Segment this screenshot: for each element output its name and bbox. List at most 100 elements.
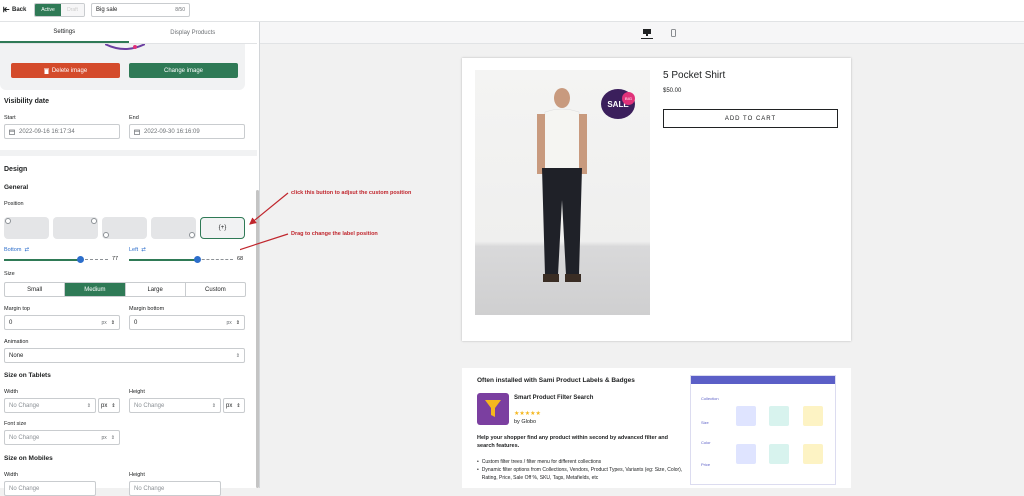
stepper-icon[interactable]: ⇕ [212, 403, 216, 409]
desktop-view-button[interactable] [641, 27, 653, 39]
position-dot [103, 232, 109, 238]
start-date-value: 2022-09-16 16:17:34 [19, 128, 75, 135]
app-description: Help your shopper find any product withi… [477, 435, 668, 449]
mobile-width-placeholder: No Change [9, 485, 40, 492]
app-name[interactable]: Smart Product Filter Search [514, 394, 594, 402]
calendar-icon [134, 129, 140, 135]
tablet-width-placeholder: No Change [9, 402, 40, 409]
mock-filter-label: Color [701, 440, 711, 445]
mobiles-heading: Size on Mobiles [4, 455, 53, 462]
px-suffix: px [101, 319, 107, 326]
mobile-view-button[interactable] [667, 27, 679, 39]
mock-product-tile [736, 406, 756, 426]
promo-heading: Often installed with Sami Product Labels… [477, 377, 635, 384]
select-arrows-icon: ⇕ [235, 352, 240, 359]
app-icon[interactable] [477, 393, 509, 425]
tablet-width-label: Width [4, 389, 19, 395]
tab-display-products[interactable]: Display Products [129, 22, 258, 43]
animation-select[interactable]: None ⇕ [4, 348, 245, 363]
feature-item: • Dynamic filter options from Collections… [477, 466, 687, 482]
sale-badge-accent: BIG [622, 92, 635, 105]
tablet-font-size-label: Font size [4, 421, 27, 427]
funnel-icon [485, 400, 501, 417]
back-label: Back [12, 6, 27, 13]
margin-bottom-label: Margin bottom [129, 306, 165, 312]
tablet-font-size-placeholder: No Change [9, 434, 40, 441]
arrow-to-custom-button [249, 192, 289, 225]
margin-top-input[interactable]: 0 px ⇕ [4, 315, 120, 330]
feature-text: Custom filter trees / filter menu for di… [481, 459, 602, 465]
back-button[interactable]: Back [3, 6, 26, 13]
app-rating-stars: ★★★★★ [514, 411, 541, 417]
mobile-height-input[interactable]: No Change [129, 481, 221, 496]
delete-image-label: Delete image [51, 67, 88, 74]
app-screenshot-mock: Collection Size Color Price [690, 375, 836, 485]
px-suffix: px [101, 434, 107, 441]
stepper-icon[interactable]: ⇕ [87, 403, 91, 409]
margin-bottom-input[interactable]: 0 px ⇕ [129, 315, 245, 330]
size-option-large[interactable]: Large [126, 283, 186, 296]
px-suffix: px [226, 319, 232, 326]
tablet-height-unit-select[interactable]: px ⇕ [223, 398, 245, 413]
mock-product-tile [803, 406, 823, 426]
add-to-cart-button[interactable]: ADD TO CART [663, 109, 838, 128]
product-price: $50.00 [663, 88, 682, 94]
bottom-slider-handle[interactable] [77, 256, 84, 263]
drag-label-annotation: Drag to change the label position [291, 231, 378, 237]
size-label: Size [4, 271, 15, 277]
animation-label: Animation [4, 339, 29, 345]
custom-position-button[interactable]: {+} [200, 217, 245, 239]
status-toggle[interactable]: Active Draft [34, 3, 85, 17]
delete-image-button[interactable]: Delete image [11, 63, 120, 78]
position-bottom-left[interactable] [102, 217, 147, 239]
mobile-icon [670, 29, 676, 37]
left-label-text: Left [129, 247, 139, 253]
mobile-width-input[interactable]: No Change [4, 481, 96, 496]
position-top-left[interactable] [4, 217, 49, 239]
size-option-small[interactable]: Small [5, 283, 66, 296]
tablet-font-size-input[interactable]: No Change px ⇕ [4, 430, 120, 445]
mobile-width-label: Width [4, 472, 19, 478]
margin-top-label: Margin top [4, 306, 30, 312]
visibility-heading: Visibility date [4, 98, 49, 105]
select-arrows-icon: ⇕ [111, 402, 116, 409]
label-image-preview [105, 44, 145, 50]
trash-icon [43, 68, 49, 74]
stepper-icon[interactable]: ⇕ [236, 320, 240, 326]
size-option-custom[interactable]: Custom [186, 283, 245, 296]
start-date-input[interactable]: 2022-09-16 16:17:34 [4, 124, 120, 139]
bullet-icon: • [477, 467, 479, 473]
product-title: 5 Pocket Shirt [663, 70, 726, 81]
unit-value: px [226, 402, 233, 409]
start-label: Start [4, 115, 16, 121]
left-slider-handle[interactable] [194, 256, 201, 263]
position-dot [5, 218, 11, 224]
mock-product-tile [803, 444, 823, 464]
position-top-right[interactable] [53, 217, 98, 239]
tablets-heading: Size on Tablets [4, 372, 51, 379]
mock-filter-label: Collection [701, 396, 719, 401]
left-slider-track[interactable] [129, 259, 197, 261]
margin-bottom-value: 0 [134, 319, 138, 326]
end-date-input[interactable]: 2022-09-30 16:16:09 [129, 124, 245, 139]
stepper-icon[interactable]: ⇕ [111, 435, 115, 441]
position-bottom-right[interactable] [151, 217, 196, 239]
app-features-list: • Custom filter trees / filter menu for d… [477, 458, 687, 482]
mock-header [691, 376, 835, 384]
stepper-icon[interactable]: ⇕ [111, 320, 115, 326]
tab-settings[interactable]: Settings [0, 22, 129, 43]
status-active[interactable]: Active [35, 4, 61, 16]
tablet-width-input[interactable]: No Change ⇕ [4, 398, 96, 413]
tablet-height-input[interactable]: No Change ⇕ [129, 398, 221, 413]
desktop-icon [643, 29, 651, 36]
size-option-medium[interactable]: Medium [65, 283, 126, 296]
tablet-width-unit-select[interactable]: px ⇕ [98, 398, 120, 413]
select-arrows-icon: ⇕ [236, 402, 241, 409]
change-image-button[interactable]: Change image [129, 63, 238, 78]
label-name-input[interactable]: Big sale 8/50 [91, 3, 190, 17]
bottom-slider-track[interactable] [4, 259, 80, 261]
back-arrow-icon [3, 6, 10, 13]
app-author: by Globo [514, 419, 537, 425]
status-draft[interactable]: Draft [61, 4, 84, 16]
bottom-label-text: Bottom [4, 247, 22, 253]
